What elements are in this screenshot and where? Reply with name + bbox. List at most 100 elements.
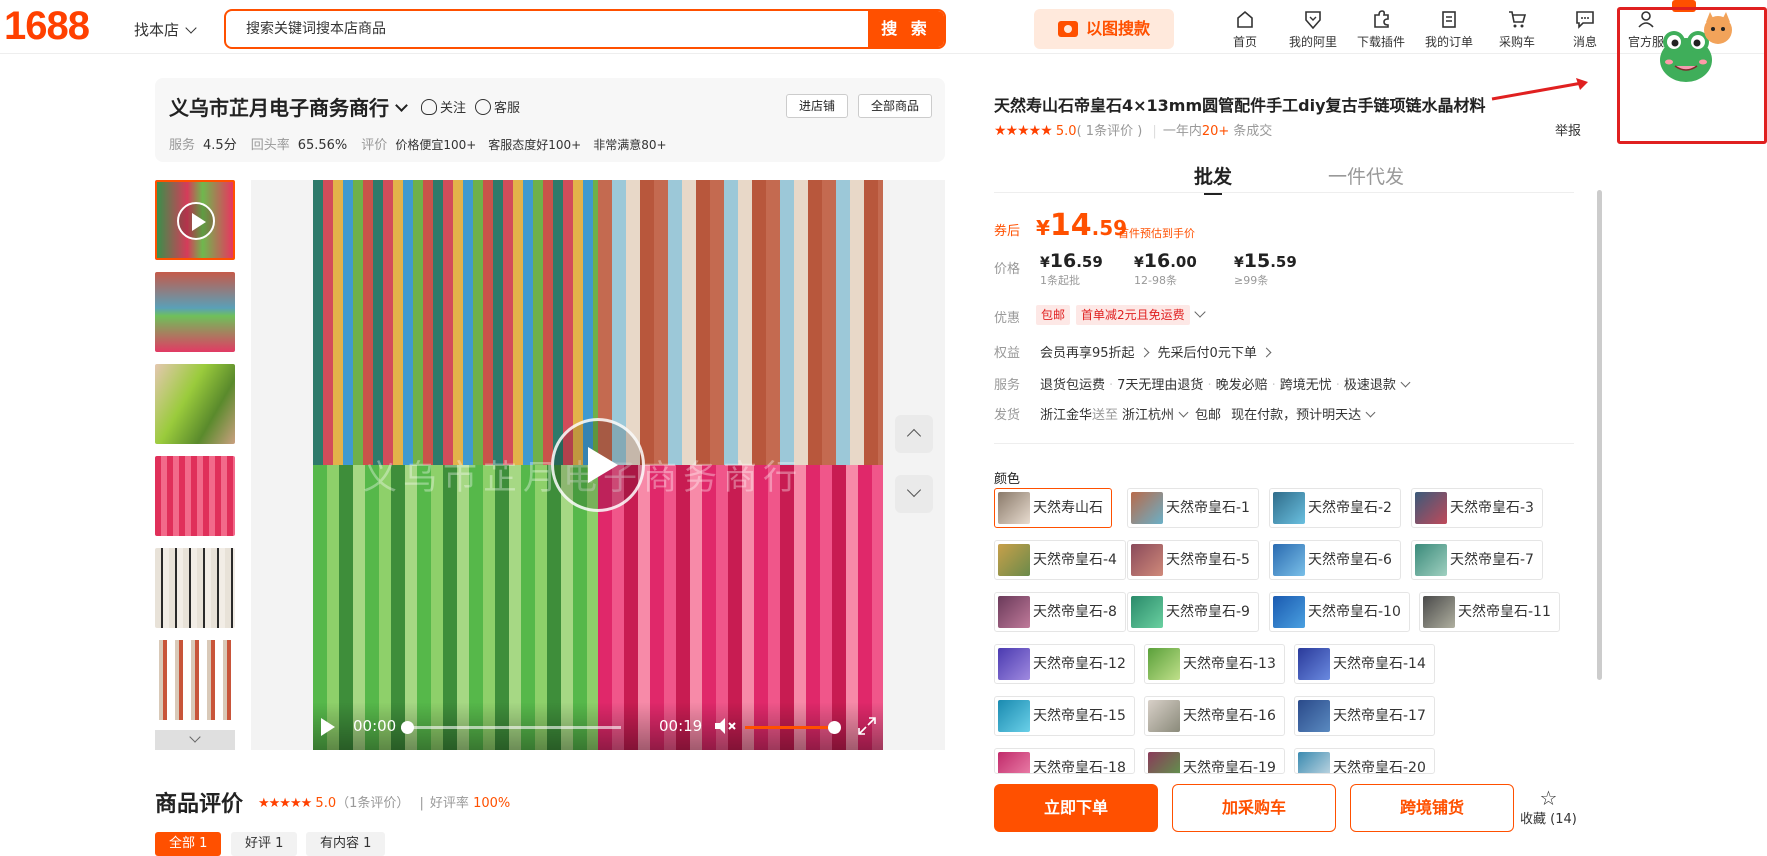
site-logo[interactable]: 1688 — [4, 4, 90, 49]
follow-button[interactable]: 关注 — [421, 97, 466, 116]
sales-suffix: 条成交 — [1233, 124, 1273, 139]
product-video[interactable]: 义乌市芷月电子商务商行 00:00 00:19 — [313, 180, 883, 750]
nav-my-ali-label: 我的阿里 — [1288, 35, 1337, 49]
report-link[interactable]: 举报 — [1555, 120, 1581, 139]
color-thumbnail — [1298, 752, 1330, 773]
color-option[interactable]: 天然帝皇石-2 — [1269, 488, 1401, 528]
color-option[interactable]: 天然帝皇石-4 — [994, 540, 1126, 580]
video-progress-bar[interactable] — [401, 721, 621, 734]
thumbnail-item[interactable] — [155, 456, 235, 536]
ship-to-dropdown[interactable]: 浙江杭州 — [1122, 408, 1174, 423]
video-play-button[interactable] — [551, 418, 645, 512]
currency-symbol: ¥ — [1040, 255, 1050, 271]
color-option[interactable]: 天然帝皇石-3 — [1411, 488, 1543, 528]
thumbnail-image — [155, 272, 235, 352]
thumbnail-item[interactable] — [155, 364, 235, 444]
color-option-label: 天然帝皇石-9 — [1166, 604, 1250, 620]
mute-icon[interactable] — [713, 716, 739, 736]
color-option[interactable]: 天然帝皇石-1 — [1127, 488, 1259, 528]
nav-my-orders[interactable]: 我的订单 — [1417, 9, 1481, 49]
thumbnail-video[interactable] — [155, 180, 235, 260]
coupon-label: 券后 — [994, 224, 1021, 239]
color-option[interactable]: 天然帝皇石-5 — [1127, 540, 1259, 580]
enter-shop-button[interactable]: 进店铺 — [786, 94, 849, 118]
review-count-link[interactable]: ( 1条评价 ) — [1077, 124, 1143, 139]
color-option[interactable]: 天然帝皇石-10 — [1269, 592, 1410, 632]
benefits-line[interactable]: 会员再享95折起 先采后付0元下单 — [1040, 342, 1280, 361]
review-tab-positive[interactable]: 好评 1 — [231, 832, 298, 856]
color-option-label: 天然帝皇石-19 — [1183, 760, 1276, 774]
all-products-button[interactable]: 全部商品 — [858, 94, 933, 118]
nav-download-plugin[interactable]: 下载插件 — [1349, 9, 1413, 49]
cross-border-button[interactable]: 跨境铺货 — [1350, 784, 1514, 832]
customer-service-button[interactable]: 客服 — [475, 97, 520, 116]
panel-scrollbar[interactable] — [1597, 190, 1602, 680]
review-tab-with-content[interactable]: 有内容 1 — [306, 832, 386, 856]
ship-free: 包邮 — [1195, 408, 1222, 423]
chevron-down-icon[interactable] — [1365, 407, 1376, 418]
color-option[interactable]: 天然帝皇石-9 — [1127, 592, 1259, 632]
video-current-time: 00:00 — [353, 717, 397, 735]
color-option[interactable]: 天然帝皇石-11 — [1419, 592, 1560, 632]
tab-dropshipping[interactable]: 一件代发 — [1328, 162, 1404, 189]
color-option[interactable]: 天然帝皇石-7 — [1411, 540, 1543, 580]
thumbnail-item[interactable] — [155, 272, 235, 352]
price-tier-quantity: 12-98条 — [1134, 274, 1177, 287]
customer-service-label: 客服 — [494, 101, 521, 116]
puzzle-icon — [1374, 10, 1389, 28]
image-search-button[interactable]: 以图搜款 — [1034, 9, 1174, 49]
color-option[interactable]: 天然帝皇石-16 — [1144, 696, 1285, 736]
home-icon — [1237, 10, 1253, 28]
favorite-button[interactable]: ☆ 收藏 (14) — [1520, 788, 1577, 827]
ship-eta: 现在付款，预计明天达 — [1231, 408, 1362, 423]
nav-messages[interactable]: 消息 — [1553, 9, 1617, 49]
color-option[interactable]: 天然帝皇石-8 — [994, 592, 1126, 632]
color-option[interactable]: 天然帝皇石-18 — [994, 748, 1135, 774]
rating-score: 5.0 — [1055, 124, 1077, 139]
nav-my-ali[interactable]: 我的阿里 — [1281, 9, 1345, 49]
benefit-item[interactable]: 会员再享95折起 — [1040, 346, 1135, 361]
play-icon[interactable] — [321, 718, 335, 736]
color-option[interactable]: 天然帝皇石-20 — [1294, 748, 1435, 774]
color-option[interactable]: 天然帝皇石-13 — [1144, 644, 1285, 684]
thumbnail-item[interactable] — [155, 548, 235, 628]
review-tab-all[interactable]: 全部 1 — [155, 832, 222, 856]
fullscreen-icon[interactable] — [857, 716, 877, 736]
color-option[interactable]: 天然帝皇石-15 — [994, 696, 1135, 736]
shop-name-dropdown[interactable]: 义乌市芷月电子商务商行 — [169, 92, 408, 121]
benefit-item[interactable]: 先采后付0元下单 — [1158, 346, 1257, 361]
color-option-label: 天然帝皇石-20 — [1333, 760, 1426, 774]
progress-knob[interactable] — [401, 721, 414, 734]
gallery-next-button[interactable] — [895, 475, 933, 513]
chevron-down-icon — [189, 731, 201, 743]
color-option[interactable]: 天然帝皇石-19 — [1144, 748, 1285, 774]
buy-now-button[interactable]: 立即下单 — [994, 784, 1158, 832]
color-thumbnail — [1131, 492, 1163, 524]
color-option-label: 天然帝皇石-3 — [1450, 500, 1534, 516]
tab-wholesale[interactable]: 批发 — [1194, 162, 1232, 195]
good-rate-label: 好评率 — [429, 796, 469, 811]
search-button[interactable]: 搜 索 — [868, 11, 944, 47]
nav-cart[interactable]: 采购车 — [1485, 9, 1549, 49]
color-option[interactable]: 天然帝皇石-17 — [1294, 696, 1435, 736]
chevron-down-icon[interactable] — [1194, 306, 1206, 318]
color-option[interactable]: 天然帝皇石-6 — [1269, 540, 1401, 580]
color-label: 颜色 — [994, 472, 1021, 487]
favorite-count: 收藏 (14) — [1520, 812, 1577, 827]
nav-home[interactable]: 首页 — [1213, 9, 1277, 49]
color-option[interactable]: 天然帝皇石-14 — [1294, 644, 1435, 684]
find-store-dropdown[interactable]: 找本店 — [134, 19, 197, 40]
search-input[interactable] — [226, 11, 944, 47]
gallery-prev-button[interactable] — [895, 415, 933, 453]
benefit-label: 权益 — [994, 346, 1021, 361]
color-option[interactable]: 天然帝皇石-12 — [994, 644, 1135, 684]
thumbnail-scroll-down[interactable] — [155, 730, 235, 750]
volume-slider[interactable] — [745, 721, 841, 734]
thumbnail-item[interactable] — [155, 640, 235, 720]
volume-knob[interactable] — [828, 721, 841, 734]
section-divider — [994, 443, 1574, 444]
color-option[interactable]: 天然寿山石 — [994, 488, 1112, 528]
color-thumbnail — [1273, 596, 1305, 628]
services-line[interactable]: 退货包运费 · 7天无理由退货 · 晚发必赔 · 跨境无忧 · 极速退款 — [1040, 374, 1417, 393]
add-to-cart-button[interactable]: 加采购车 — [1172, 784, 1336, 832]
